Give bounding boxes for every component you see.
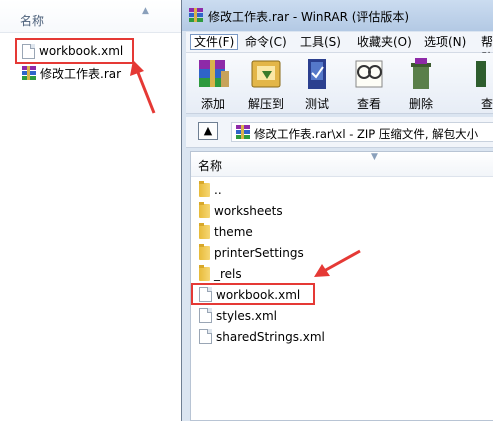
window-title: 修改工作表.rar - WinRAR (评估版本) bbox=[208, 10, 410, 24]
extract-to-icon bbox=[248, 57, 284, 91]
file-name: 修改工作表.rar bbox=[40, 66, 122, 81]
explorer-pane: 名称 ▲ workbook.xml 修改工作表.rar bbox=[0, 0, 182, 421]
delete-button[interactable]: 删除 bbox=[396, 57, 446, 113]
menu-help[interactable]: 帮助 bbox=[478, 34, 493, 65]
menu-favorites[interactable]: 收藏夹(O) bbox=[354, 34, 415, 50]
delete-label: 删除 bbox=[408, 97, 433, 111]
entry-name: styles.xml bbox=[216, 308, 277, 323]
test-label: 测试 bbox=[304, 97, 329, 111]
list-column-header[interactable]: 名称 ▼ bbox=[191, 152, 493, 177]
entry-name: printerSettings bbox=[214, 245, 304, 260]
menu-tools[interactable]: 工具(S) bbox=[297, 34, 344, 50]
entry-name: worksheets bbox=[214, 203, 283, 218]
title-bar[interactable]: 修改工作表.rar - WinRAR (评估版本) bbox=[182, 0, 493, 31]
address-field[interactable]: 修改工作表.rar\xl - ZIP 压缩文件, 解包大小 bbox=[231, 122, 493, 142]
folder-icon bbox=[199, 243, 210, 260]
view-button[interactable]: 查看 bbox=[344, 57, 394, 113]
add-icon bbox=[195, 57, 231, 91]
menu-bar: 文件(F) 命令(C) 工具(S) 收藏夹(O) 选项(N) 帮助 bbox=[186, 32, 493, 65]
highlight-box-archive bbox=[191, 283, 315, 305]
menu-commands[interactable]: 命令(C) bbox=[242, 34, 290, 50]
name-column-label: 名称 bbox=[20, 14, 45, 28]
extract-to-button[interactable]: 解压到 bbox=[241, 57, 291, 113]
list-item[interactable]: worksheets bbox=[199, 201, 283, 220]
sort-arrow-icon: ▲ bbox=[142, 6, 149, 16]
list-item[interactable]: _rels bbox=[199, 264, 242, 283]
xml-file-icon bbox=[199, 329, 212, 344]
annotation-arrow-icon bbox=[314, 249, 361, 277]
find-label: 查 bbox=[481, 97, 493, 111]
folder-icon bbox=[199, 222, 210, 239]
test-button[interactable]: 测试 bbox=[292, 57, 342, 113]
list-item[interactable]: styles.xml bbox=[199, 306, 277, 325]
find-icon bbox=[474, 57, 493, 91]
archive-file-list: 名称 ▼ .. worksheets theme printerSettings… bbox=[190, 151, 493, 421]
entry-name: .. bbox=[214, 182, 222, 197]
menu-options[interactable]: 选项(N) bbox=[421, 34, 469, 50]
view-label: 查看 bbox=[356, 97, 381, 111]
entry-name: _rels bbox=[214, 266, 242, 281]
explorer-column-header[interactable]: 名称 ▲ bbox=[0, 0, 182, 33]
xml-file-icon bbox=[199, 308, 212, 323]
view-icon bbox=[351, 57, 387, 91]
explorer-file-rar[interactable]: 修改工作表.rar bbox=[22, 64, 121, 82]
rar-archive-icon bbox=[22, 66, 36, 80]
folder-icon bbox=[199, 201, 210, 218]
winrar-app-icon bbox=[189, 8, 203, 22]
list-item[interactable]: sharedStrings.xml bbox=[199, 327, 325, 346]
up-folder-button[interactable]: ▲ bbox=[198, 122, 218, 140]
up-arrow-icon: ▲ bbox=[203, 124, 213, 137]
address-bar: ▲ 修改工作表.rar\xl - ZIP 压缩文件, 解包大小 bbox=[186, 117, 493, 148]
name-column-label: 名称 bbox=[198, 159, 223, 173]
list-item[interactable]: theme bbox=[199, 222, 253, 241]
folder-icon bbox=[199, 264, 210, 281]
winrar-window: 修改工作表.rar - WinRAR (评估版本) 文件(F) 命令(C) 工具… bbox=[181, 0, 493, 421]
test-icon bbox=[299, 57, 335, 91]
list-item[interactable]: .. bbox=[199, 180, 222, 199]
menu-file[interactable]: 文件(F) bbox=[190, 34, 239, 50]
highlight-box-explorer bbox=[15, 38, 134, 64]
delete-icon bbox=[403, 57, 439, 91]
sort-arrow-icon: ▼ bbox=[371, 152, 378, 162]
add-button[interactable]: 添加 bbox=[188, 57, 238, 113]
folder-icon bbox=[199, 180, 210, 197]
list-item[interactable]: printerSettings bbox=[199, 243, 304, 262]
entry-name: sharedStrings.xml bbox=[216, 329, 325, 344]
rar-archive-icon bbox=[236, 125, 250, 139]
address-text: 修改工作表.rar\xl - ZIP 压缩文件, 解包大小 bbox=[254, 127, 479, 141]
extract-to-label: 解压到 bbox=[247, 97, 284, 111]
toolbar: 添加 解压到 测试 查看 删除 查 bbox=[186, 53, 493, 114]
find-button[interactable]: 查 bbox=[448, 57, 493, 113]
add-label: 添加 bbox=[200, 97, 225, 111]
entry-name: theme bbox=[214, 224, 253, 239]
annotation-arrow-icon bbox=[130, 60, 156, 114]
